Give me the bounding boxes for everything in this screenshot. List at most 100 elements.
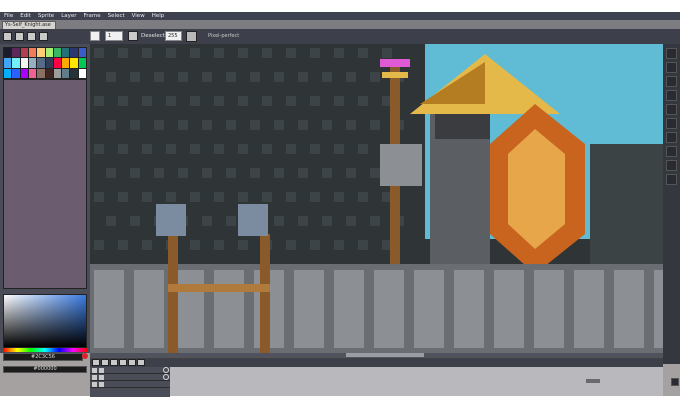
- palette-swatch[interactable]: [12, 68, 20, 78]
- menu-view[interactable]: View: [132, 12, 145, 20]
- loop-icon[interactable]: [137, 359, 145, 366]
- tab-document[interactable]: Ys-Self_Knight.ase: [2, 21, 56, 29]
- eye-icon[interactable]: [92, 367, 97, 373]
- layer-row[interactable]: [90, 374, 170, 381]
- palette-swatch[interactable]: [4, 48, 12, 58]
- palette-swatch[interactable]: [28, 48, 37, 58]
- eraser-tool-icon[interactable]: [666, 118, 677, 129]
- spray-tool-icon[interactable]: [666, 104, 677, 115]
- wall-tile: [166, 192, 176, 202]
- color-spectrum[interactable]: [3, 294, 87, 348]
- palette-swatch[interactable]: [53, 58, 62, 68]
- fill-tool-icon[interactable]: [666, 174, 677, 185]
- wall-tile: [94, 48, 104, 58]
- wall-tile: [154, 168, 164, 178]
- eyedropper-tool-icon[interactable]: [666, 132, 677, 143]
- palette-swatch[interactable]: [45, 48, 53, 58]
- layer-row[interactable]: [90, 381, 170, 388]
- palette-swatch[interactable]: [37, 58, 45, 68]
- ground-stone: [174, 270, 204, 348]
- palette-swatch[interactable]: [78, 68, 86, 78]
- palette-swatch[interactable]: [62, 68, 70, 78]
- eye-icon[interactable]: [92, 374, 97, 380]
- palette-swatch[interactable]: [53, 68, 62, 78]
- wall-tile: [298, 72, 308, 82]
- pixel-perfect-icon[interactable]: [186, 31, 197, 42]
- palette-grid[interactable]: [3, 47, 87, 79]
- palette-swatch[interactable]: [37, 48, 45, 58]
- wall-tile: [142, 144, 152, 154]
- menu-frame[interactable]: Frame: [84, 12, 101, 20]
- palette-swatch[interactable]: [70, 58, 78, 68]
- palette-swatch[interactable]: [45, 68, 53, 78]
- wall-tile: [214, 240, 224, 250]
- menu-help[interactable]: Help: [152, 12, 165, 20]
- wand-tool-icon[interactable]: [666, 76, 677, 87]
- menu-layer[interactable]: Layer: [61, 12, 76, 20]
- lasso-tool-icon[interactable]: [666, 62, 677, 73]
- wall-tile: [322, 72, 332, 82]
- palette-swatch[interactable]: [45, 58, 53, 68]
- eye-icon[interactable]: [92, 381, 97, 387]
- palette-swatch[interactable]: [62, 58, 70, 68]
- brush-line-icon[interactable]: [39, 32, 48, 41]
- palette-swatch[interactable]: [78, 58, 86, 68]
- palette-swatch[interactable]: [12, 48, 20, 58]
- cel-frame-2[interactable]: [163, 374, 169, 380]
- stroke-mode-icon[interactable]: [3, 32, 12, 41]
- warning-icon[interactable]: [82, 353, 88, 359]
- menu-select[interactable]: Select: [108, 12, 125, 20]
- palette-swatch[interactable]: [20, 68, 28, 78]
- menu-file[interactable]: File: [4, 12, 13, 20]
- palette-swatch[interactable]: [37, 68, 45, 78]
- palette-swatch[interactable]: [28, 58, 37, 68]
- first-frame-icon[interactable]: [92, 359, 100, 366]
- sprite-canvas[interactable]: [90, 44, 663, 353]
- wall-tile: [298, 120, 308, 130]
- palette-swatch[interactable]: [70, 48, 78, 58]
- resize-handle-icon[interactable]: [671, 378, 679, 386]
- palette-swatch[interactable]: [28, 68, 37, 78]
- play-icon[interactable]: [110, 359, 118, 366]
- opacity-input[interactable]: 255: [165, 31, 182, 41]
- pencil-tool-icon[interactable]: [666, 90, 677, 101]
- ground-stone: [534, 270, 564, 348]
- brush-size-input[interactable]: 1: [105, 31, 123, 41]
- status-slider[interactable]: [586, 379, 600, 383]
- palette-swatch[interactable]: [78, 48, 86, 58]
- ink-icon[interactable]: [128, 31, 138, 41]
- wall-tile: [310, 96, 320, 106]
- wall-tile: [346, 216, 356, 226]
- hue-slider[interactable]: [3, 348, 87, 352]
- move-tool-icon[interactable]: [666, 160, 677, 171]
- palette-swatch[interactable]: [53, 48, 62, 58]
- prev-frame-icon[interactable]: [101, 359, 109, 366]
- lock-icon[interactable]: [99, 367, 104, 373]
- menu-edit[interactable]: Edit: [20, 12, 31, 20]
- palette-swatch[interactable]: [4, 68, 12, 78]
- palette-swatch[interactable]: [20, 58, 28, 68]
- brush-circle-icon[interactable]: [15, 32, 24, 41]
- last-frame-icon[interactable]: [128, 359, 136, 366]
- foreground-color-field[interactable]: #2C3C56: [3, 353, 83, 361]
- brush-square-icon[interactable]: [27, 32, 36, 41]
- cel-frame-1[interactable]: [163, 367, 169, 373]
- palette-swatch[interactable]: [20, 48, 28, 58]
- layer-row[interactable]: [90, 367, 170, 374]
- palette-swatch[interactable]: [62, 48, 70, 58]
- palette-swatch[interactable]: [12, 58, 20, 68]
- next-frame-icon[interactable]: [119, 359, 127, 366]
- brush-type-box[interactable]: [90, 31, 100, 41]
- far-towers: [590, 144, 663, 264]
- zoom-tool-icon[interactable]: [666, 146, 677, 157]
- lock-icon[interactable]: [99, 381, 104, 387]
- background-color-field[interactable]: #000000: [3, 366, 87, 373]
- palette-swatch[interactable]: [70, 68, 78, 78]
- palette-swatch[interactable]: [4, 58, 12, 68]
- marquee-tool-icon[interactable]: [666, 48, 677, 59]
- wall-tile: [190, 144, 200, 154]
- wall-tile: [298, 216, 308, 226]
- lock-icon[interactable]: [99, 374, 104, 380]
- menu-sprite[interactable]: Sprite: [38, 12, 54, 20]
- pixel-art-scene[interactable]: [90, 44, 663, 353]
